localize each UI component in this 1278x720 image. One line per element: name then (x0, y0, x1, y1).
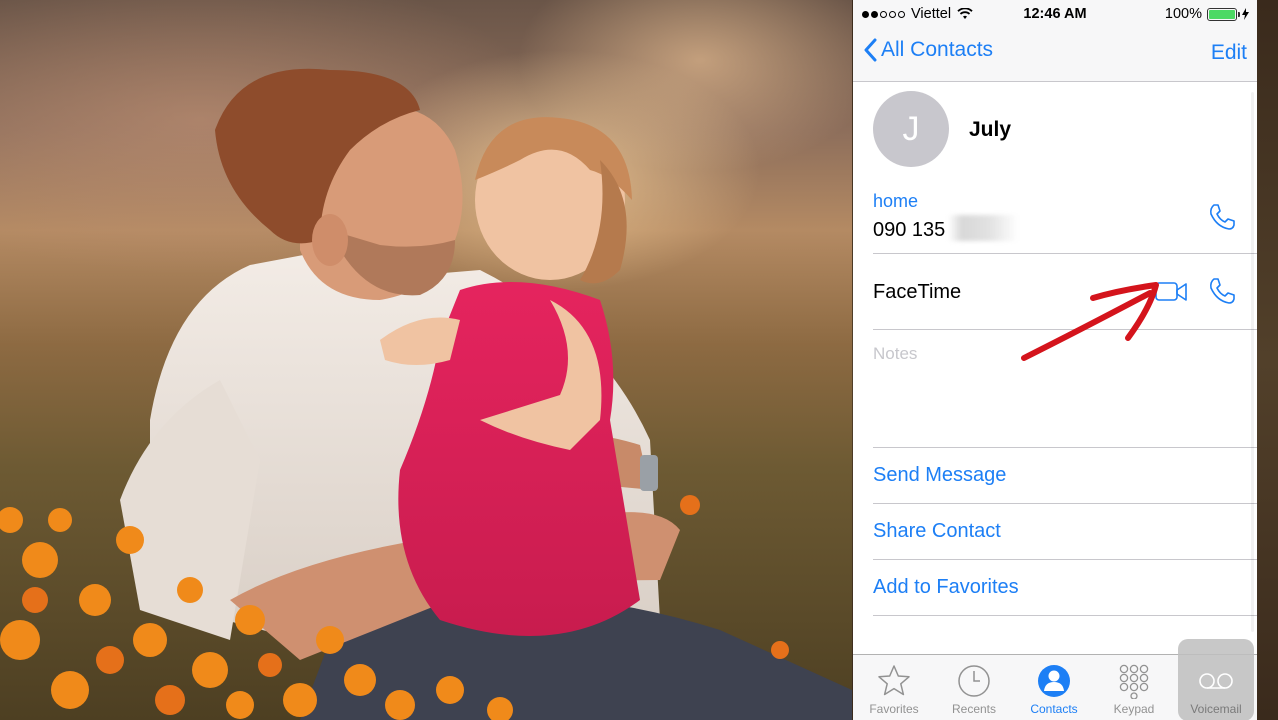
tab-favorites[interactable]: Favorites (854, 655, 934, 720)
navigation-bar: All Contacts Edit (853, 28, 1257, 82)
person-icon (1038, 665, 1070, 697)
facetime-label: FaceTime (873, 281, 962, 303)
tab-contacts[interactable]: Contacts (1014, 655, 1094, 720)
battery-percent: 100% (1164, 6, 1202, 22)
status-bar: Viettel 12:46 AM 100% (853, 0, 1257, 28)
edit-button[interactable]: Edit (1211, 41, 1247, 65)
notes-field[interactable]: Notes (853, 330, 1257, 447)
tab-bar: Favorites Recents Contacts Keypad Voicem… (853, 639, 1257, 720)
tab-keypad[interactable]: Keypad (1094, 655, 1174, 720)
back-button-label: All Contacts (881, 38, 994, 61)
send-message-button[interactable]: Send Message (853, 448, 1257, 504)
share-contact-label: Share Contact (873, 520, 1001, 542)
send-message-label: Send Message (873, 464, 1007, 486)
phone-call-icon[interactable] (1207, 202, 1237, 232)
phone-number-row[interactable]: home 090 135 (853, 181, 1257, 254)
contact-name: July (969, 118, 1012, 141)
avatar: J (873, 91, 949, 167)
phone-label: home (873, 191, 919, 211)
facetime-row: FaceTime (853, 254, 1257, 330)
star-icon (878, 665, 910, 696)
tab-recents-label: Recents (951, 702, 997, 716)
add-to-favorites-label: Add to Favorites (873, 576, 1019, 598)
facetime-video-icon[interactable] (1155, 280, 1189, 304)
charging-icon (1242, 8, 1249, 20)
phone-number: 090 135 (873, 219, 946, 241)
battery-icon (1207, 7, 1240, 21)
chevron-left-icon (864, 38, 877, 62)
tab-favorites-label: Favorites (869, 702, 919, 716)
notes-placeholder: Notes (873, 344, 918, 363)
tab-keypad-label: Keypad (1113, 702, 1155, 716)
keypad-icon (1119, 664, 1149, 699)
contact-header: J July (853, 83, 1257, 181)
clock-icon (958, 665, 990, 697)
divider (873, 615, 1257, 616)
add-to-favorites-button[interactable]: Add to Favorites (853, 560, 1257, 616)
facetime-audio-icon[interactable] (1207, 276, 1237, 306)
phone-screen: Viettel 12:46 AM 100% All Contacts Edit … (853, 0, 1257, 720)
tab-contacts-label: Contacts (1030, 702, 1078, 716)
tab-voicemail[interactable]: Voicemail (1178, 639, 1254, 720)
background-photo (0, 0, 852, 720)
tab-recents[interactable]: Recents (934, 655, 1014, 720)
scroll-indicator[interactable] (1251, 92, 1254, 632)
redaction-blur (948, 215, 1018, 241)
tab-voicemail-label: Voicemail (1190, 702, 1242, 716)
voicemail-icon (1199, 673, 1233, 689)
back-button[interactable]: All Contacts (863, 38, 993, 62)
share-contact-button[interactable]: Share Contact (853, 504, 1257, 560)
